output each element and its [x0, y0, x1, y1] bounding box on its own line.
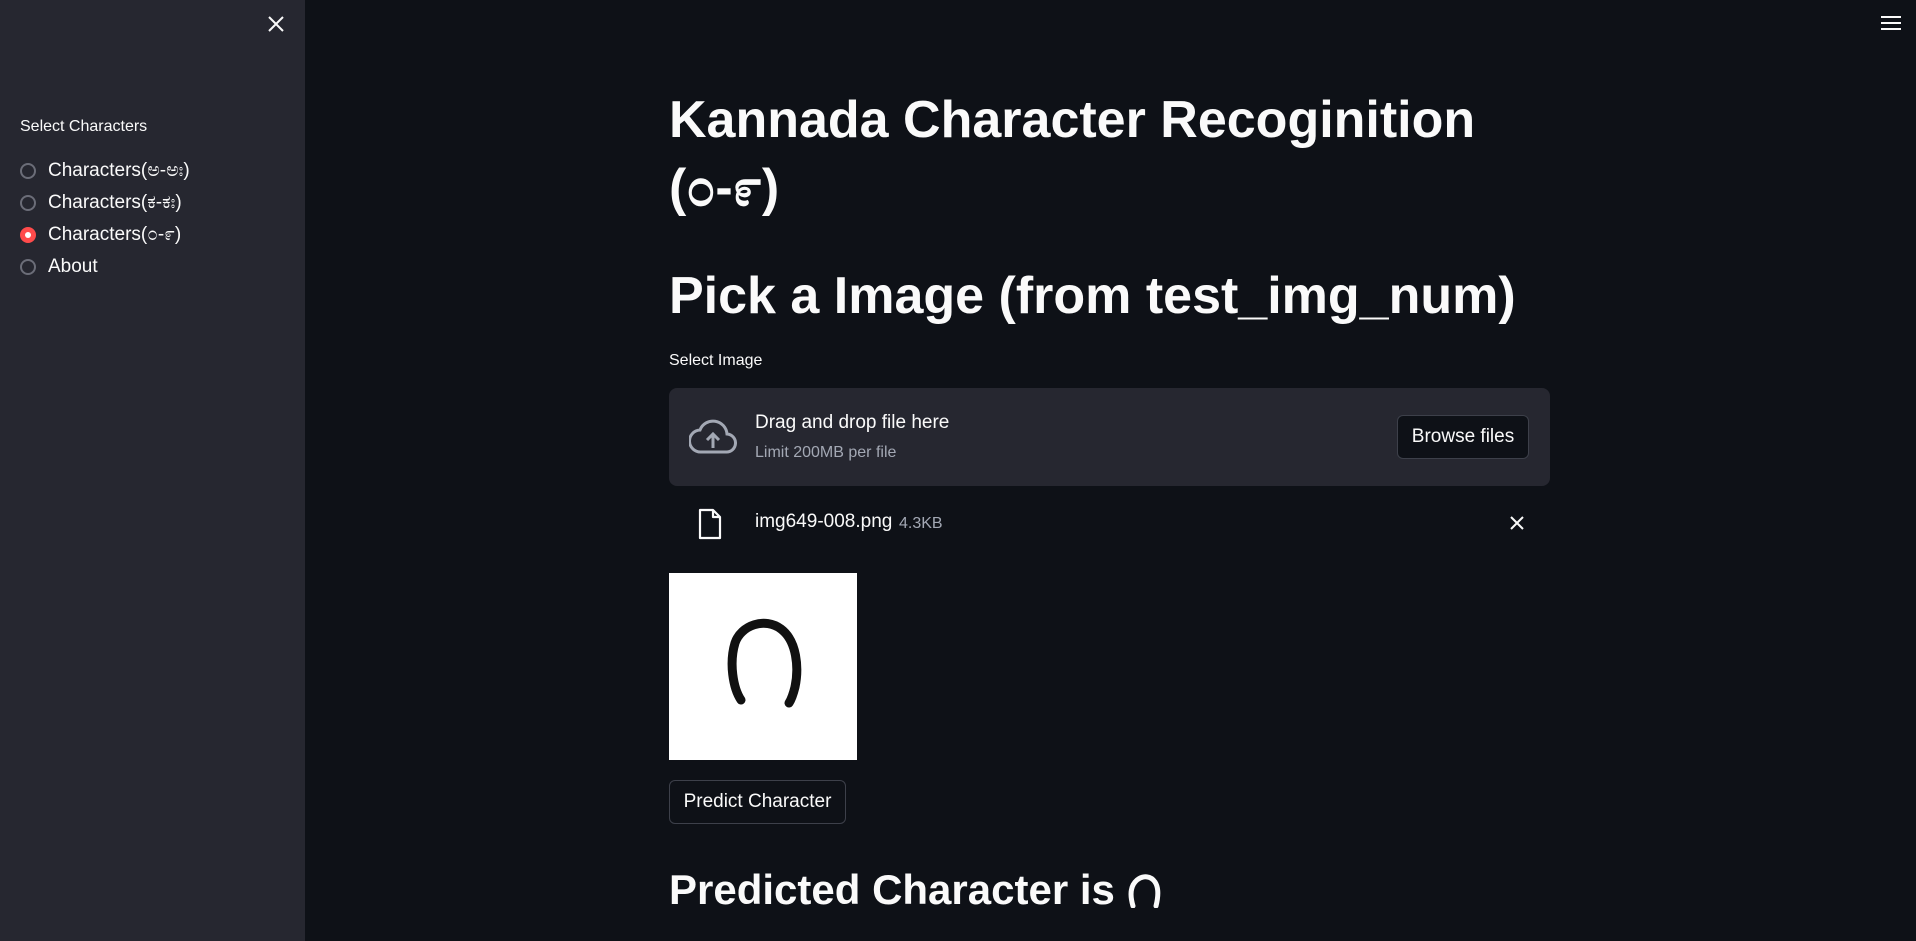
radio-button-icon[interactable] [20, 259, 36, 275]
radio-option-label: Characters(ಕ-ಕಃ) [48, 192, 182, 213]
prediction-result: Predicted Character is [669, 862, 1161, 918]
radio-option-vowels[interactable]: Characters(ಅ-ಅಃ) [20, 155, 190, 187]
dropzone-limit-text: Limit 200MB per file [755, 444, 897, 461]
character-set-radio-group: Characters(ಅ-ಅಃ) Characters(ಕ-ಕಃ) Charac… [20, 155, 190, 283]
section-heading: Pick a Image (from test_img_num) [669, 267, 1516, 325]
prediction-result-label: Predicted Character is [669, 866, 1115, 913]
handwritten-character-image [727, 618, 802, 708]
page-title: Kannada Character Recoginition (೦-೯) [669, 91, 1476, 217]
radio-option-consonants[interactable]: Characters(ಕ-ಕಃ) [20, 187, 190, 219]
radio-option-numerals[interactable]: Characters(೦-೯) [20, 219, 190, 251]
app-root: Select Characters Characters(ಅ-ಅಃ) Chara… [0, 0, 1916, 941]
dropzone-title: Drag and drop file here [755, 412, 950, 433]
radio-option-about[interactable]: About [20, 251, 190, 283]
file-dropzone[interactable]: Drag and drop file here Limit 200MB per … [669, 388, 1550, 486]
remove-file-button[interactable] [1505, 511, 1529, 535]
browse-files-button[interactable]: Browse files [1397, 415, 1529, 459]
radio-button-icon[interactable] [20, 163, 36, 179]
sidebar-close-icon[interactable] [262, 10, 290, 38]
hamburger-line [1881, 16, 1901, 18]
uploaded-image-preview [669, 573, 857, 760]
uploaded-file-size: 4.3KB [899, 515, 943, 532]
hamburger-line [1881, 22, 1901, 24]
predicted-glyph-image [1128, 874, 1160, 908]
select-characters-label: Select Characters [20, 118, 148, 135]
radio-button-icon[interactable] [20, 195, 36, 211]
hamburger-menu-icon[interactable] [1876, 10, 1906, 36]
radio-option-label: About [48, 256, 98, 277]
predict-character-button[interactable]: Predict Character [669, 780, 846, 824]
cloud-upload-icon [689, 419, 737, 454]
uploaded-file-name: img649-008.png [755, 511, 893, 532]
radio-option-label: Characters(ಅ-ಅಃ) [48, 160, 190, 181]
close-icon [1510, 516, 1524, 530]
hamburger-line [1881, 28, 1901, 30]
close-icon [268, 16, 284, 32]
radio-option-label: Characters(೦-೯) [48, 224, 182, 245]
sidebar: Select Characters Characters(ಅ-ಅಃ) Chara… [0, 0, 305, 941]
radio-button-selected-icon[interactable] [20, 227, 36, 243]
uploaded-file-row: img649-008.png 4.3KB [669, 500, 1550, 546]
file-icon [698, 508, 722, 540]
file-uploader-label: Select Image [669, 352, 763, 369]
